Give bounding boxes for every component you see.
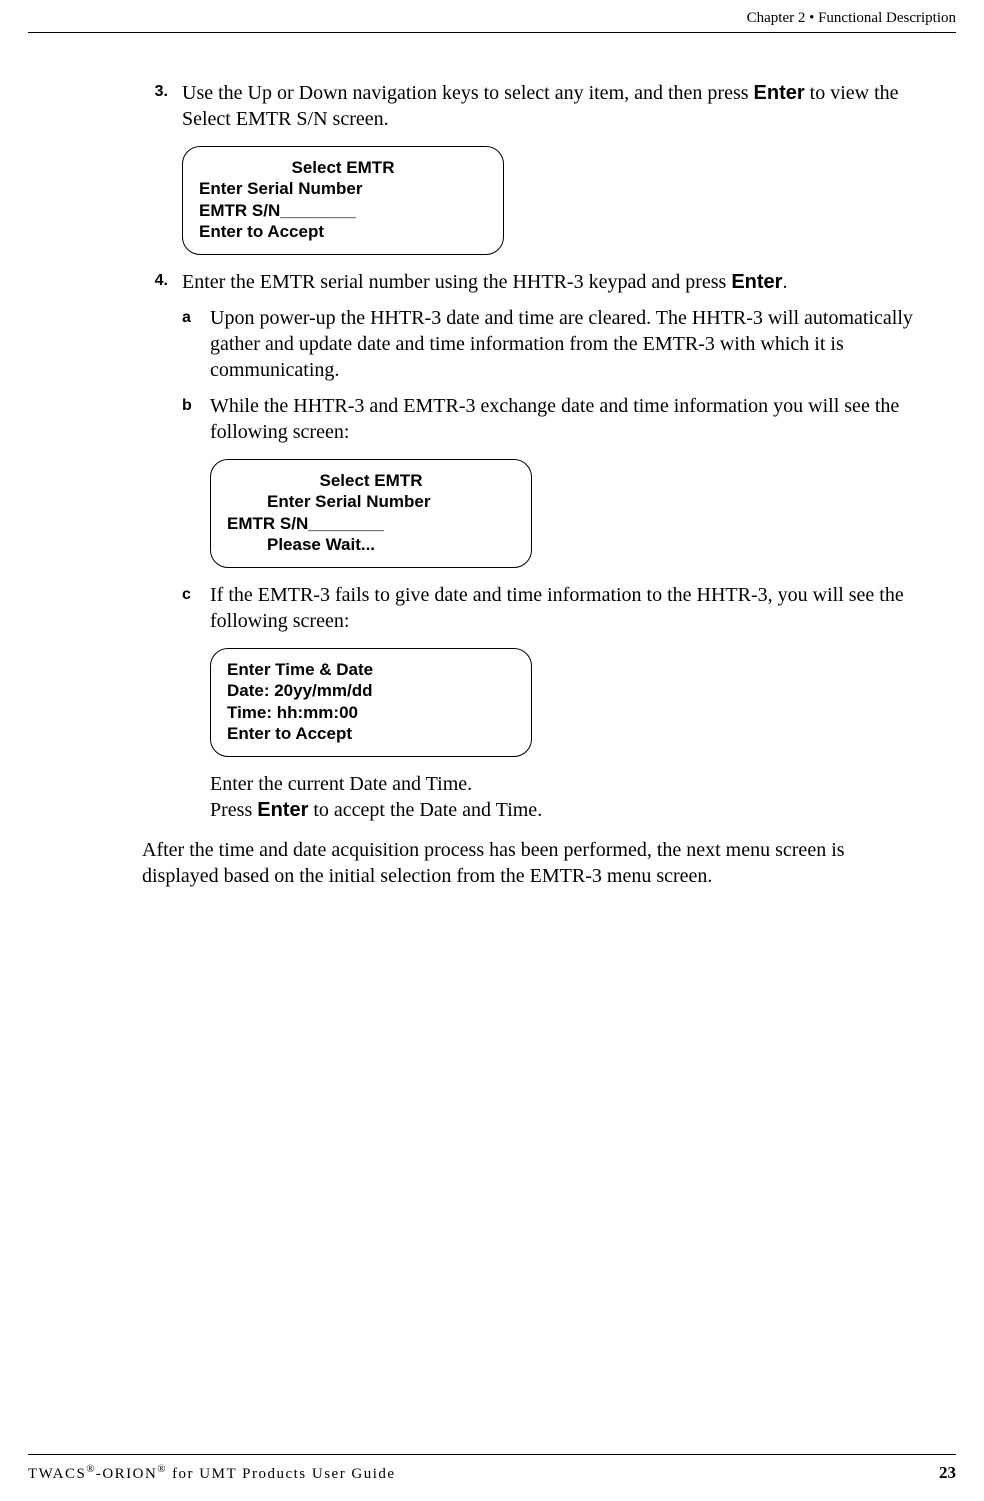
screen1-line2: Enter Serial Number bbox=[199, 178, 487, 199]
step-3: 3. Use the Up or Down navigation keys to… bbox=[142, 80, 924, 132]
step-4b: b While the HHTR-3 and EMTR-3 exchange d… bbox=[182, 393, 924, 445]
chapter-label: Chapter 2 • Functional Description bbox=[747, 10, 956, 26]
screen2-line2: Enter Serial Number bbox=[227, 491, 515, 512]
registered-mark: ® bbox=[157, 1464, 166, 1475]
enter-key-ref: Enter bbox=[754, 82, 805, 104]
step4-text-before: Enter the EMTR serial number using the H… bbox=[182, 271, 731, 293]
page-footer: TWACS®-ORION® for UMT Products User Guid… bbox=[28, 1463, 956, 1483]
footer-tail: for UMT Products User Guide bbox=[167, 1466, 396, 1482]
screen1-line3: EMTR S/N________ bbox=[199, 200, 487, 221]
s4c-paras: Enter the current Date and Time. Press E… bbox=[210, 771, 924, 823]
sub-body: If the EMTR-3 fails to give date and tim… bbox=[210, 582, 924, 634]
screen3-line1: Enter Time & Date bbox=[227, 659, 515, 680]
s4c-p1: Enter the current Date and Time. bbox=[210, 771, 924, 797]
running-header: Chapter 2 • Functional Description bbox=[747, 10, 956, 27]
footer-rule bbox=[28, 1454, 956, 1455]
lcd-screen-select-emtr: Select EMTR Enter Serial Number EMTR S/N… bbox=[182, 146, 504, 255]
screen2-line1: Select EMTR bbox=[227, 470, 515, 491]
enter-key-ref: Enter bbox=[257, 799, 308, 821]
registered-mark: ® bbox=[86, 1464, 95, 1475]
screen3-line4: Enter to Accept bbox=[227, 723, 515, 744]
lcd-screen-enter-time-date: Enter Time & Date Date: 20yy/mm/dd Time:… bbox=[210, 648, 532, 757]
enter-key-ref: Enter bbox=[731, 271, 782, 293]
footer-product: TWACS®-ORION® for UMT Products User Guid… bbox=[28, 1464, 396, 1483]
s4c-p2-after: to accept the Date and Time. bbox=[308, 799, 542, 821]
step4-period: . bbox=[782, 271, 787, 293]
screen1-line4: Enter to Accept bbox=[199, 221, 487, 242]
s4c-text: If the EMTR-3 fails to give date and tim… bbox=[210, 584, 904, 632]
page-content: 3. Use the Up or Down navigation keys to… bbox=[142, 80, 924, 889]
footer-orion: -ORION bbox=[96, 1466, 158, 1482]
sub-body: Upon power-up the HHTR-3 date and time a… bbox=[210, 305, 924, 383]
step4b-screen-wrap: Select EMTR Enter Serial Number EMTR S/N… bbox=[210, 459, 924, 568]
screen1-line1: Select EMTR bbox=[199, 157, 487, 178]
step3-screen-wrap: Select EMTR Enter Serial Number EMTR S/N… bbox=[182, 146, 924, 255]
s4c-p2-before: Press bbox=[210, 799, 257, 821]
sub-marker: a bbox=[182, 305, 210, 383]
step-4a: a Upon power-up the HHTR-3 date and time… bbox=[182, 305, 924, 383]
sub-marker: b bbox=[182, 393, 210, 445]
header-rule bbox=[28, 32, 956, 33]
footer-twacs: TWACS bbox=[28, 1466, 86, 1482]
sub-marker: c bbox=[182, 582, 210, 634]
lcd-screen-please-wait: Select EMTR Enter Serial Number EMTR S/N… bbox=[210, 459, 532, 568]
step-body: Use the Up or Down navigation keys to se… bbox=[182, 80, 924, 132]
step3-text-before: Use the Up or Down navigation keys to se… bbox=[182, 82, 754, 104]
step-marker: 3. bbox=[142, 80, 182, 101]
page-number: 23 bbox=[939, 1463, 956, 1483]
screen2-line3: EMTR S/N________ bbox=[227, 513, 515, 534]
step-body: Enter the EMTR serial number using the H… bbox=[182, 269, 924, 823]
step4c-screen-wrap: Enter Time & Date Date: 20yy/mm/dd Time:… bbox=[210, 648, 924, 757]
screen3-line2: Date: 20yy/mm/dd bbox=[227, 680, 515, 701]
step-4c: c If the EMTR-3 fails to give date and t… bbox=[182, 582, 924, 634]
step-marker: 4. bbox=[142, 269, 182, 290]
closing-paragraph: After the time and date acquisition proc… bbox=[142, 837, 924, 889]
sub-body: While the HHTR-3 and EMTR-3 exchange dat… bbox=[210, 393, 924, 445]
s4c-p2: Press Enter to accept the Date and Time. bbox=[210, 797, 924, 823]
step-4: 4. Enter the EMTR serial number using th… bbox=[142, 269, 924, 823]
screen3-line3: Time: hh:mm:00 bbox=[227, 702, 515, 723]
screen2-line4: Please Wait... bbox=[227, 534, 515, 555]
